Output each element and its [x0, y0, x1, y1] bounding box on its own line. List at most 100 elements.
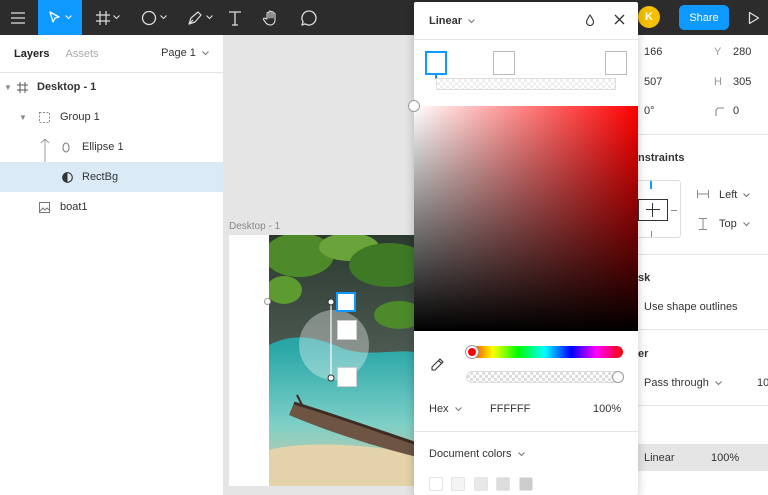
chevron-down-icon	[742, 222, 750, 227]
rotation-value[interactable]: 0°	[644, 105, 655, 117]
constraint-vertical-select[interactable]: Top	[719, 218, 750, 230]
expand-triangle-icon[interactable]: ▼	[4, 83, 12, 92]
hue-handle[interactable]	[466, 346, 478, 358]
color-swatch[interactable]	[519, 477, 533, 491]
gradient-stop-selected[interactable]	[425, 51, 447, 75]
chevron-down-icon	[454, 407, 462, 412]
gradient-stop[interactable]	[605, 51, 627, 75]
height-value[interactable]: 305	[733, 76, 751, 88]
pen-tool-button[interactable]	[180, 0, 220, 35]
divider	[638, 405, 768, 406]
frame-tool-icon	[96, 10, 110, 25]
gradient-stop-handle[interactable]	[337, 320, 357, 340]
document-colors-label: Document colors	[429, 448, 512, 460]
horizontal-constraint-icon	[697, 190, 709, 198]
layer-row-group-1[interactable]: ▼ Group 1	[0, 102, 223, 132]
layer-row-ellipse-1[interactable]: Ellipse 1	[0, 132, 223, 162]
corner-radius-icon	[715, 107, 724, 116]
chevron-down-icon	[65, 15, 72, 20]
style-drop-icon[interactable]	[585, 14, 595, 26]
divider	[414, 431, 638, 432]
tab-assets[interactable]: Assets	[65, 48, 98, 60]
layer-label: RectBg	[82, 171, 119, 183]
blend-mode-select[interactable]: Pass through	[644, 377, 722, 389]
gradient-stop-handle-selected[interactable]	[336, 292, 356, 312]
group-icon	[38, 111, 50, 123]
hand-tool-icon[interactable]	[257, 0, 285, 35]
constraint-horizontal-value: Left	[719, 189, 738, 201]
avatar[interactable]: K	[638, 6, 660, 28]
close-icon[interactable]	[614, 14, 625, 25]
constraint-vertical-value: Top	[719, 218, 737, 230]
layer-row-rectbg[interactable]: RectBg	[0, 162, 223, 192]
fill-opacity[interactable]: 100%	[711, 452, 739, 464]
chevron-down-icon	[468, 19, 475, 24]
frame-label[interactable]: Desktop - 1	[229, 221, 280, 232]
shape-tool-icon	[141, 10, 157, 25]
present-play-icon[interactable]	[740, 0, 768, 35]
color-format-select[interactable]: Hex	[429, 403, 462, 415]
move-tool-button[interactable]	[38, 0, 82, 35]
tab-layers[interactable]: Layers	[14, 48, 49, 60]
h-field-label: H	[714, 76, 722, 88]
constraint-horizontal-select[interactable]: Left	[719, 189, 751, 201]
opacity-input[interactable]: 100%	[593, 403, 621, 415]
text-tool-icon[interactable]	[222, 0, 248, 35]
share-button[interactable]: Share	[679, 5, 729, 30]
design-panel: 166 Y 280 507 H 305 0° 0 nstraints Left …	[638, 35, 768, 495]
expand-triangle-icon[interactable]: ▼	[19, 113, 27, 122]
color-format-label: Hex	[429, 403, 449, 415]
hex-input[interactable]: FFFFFF	[490, 403, 530, 415]
saturation-handle[interactable]	[408, 100, 420, 112]
fill-type-label: Linear	[429, 15, 463, 27]
constraints-widget[interactable]	[638, 180, 681, 238]
shape-tool-button[interactable]	[134, 0, 174, 35]
alpha-slider[interactable]	[466, 371, 623, 383]
fill-type-select[interactable]: Linear	[429, 15, 475, 27]
y-value[interactable]: 280	[733, 46, 751, 58]
y-field-label: Y	[714, 46, 722, 58]
layer-title: er	[638, 348, 649, 360]
mask-title: sk	[638, 272, 651, 284]
width-value[interactable]: 507	[644, 76, 662, 88]
gradient-track[interactable]	[436, 78, 616, 90]
color-swatch[interactable]	[496, 477, 510, 491]
layer-row-desktop-1[interactable]: ▼ Desktop - 1	[0, 72, 223, 102]
fill-row[interactable]: Linear 100%	[638, 444, 768, 471]
layer-opacity-value[interactable]: 10	[757, 377, 768, 389]
corner-radius-value[interactable]: 0	[733, 105, 739, 117]
divider	[414, 39, 638, 40]
resize-handle[interactable]	[264, 298, 271, 305]
fill-type: Linear	[644, 452, 675, 464]
alpha-handle[interactable]	[612, 371, 624, 383]
pen-tool-icon	[188, 10, 202, 25]
page-selector[interactable]: Page 1	[161, 47, 209, 59]
layer-row-boat1[interactable]: boat1	[0, 192, 223, 222]
saturation-value-area[interactable]	[414, 106, 638, 331]
eyedropper-icon[interactable]	[431, 357, 445, 371]
mask-icon	[61, 171, 73, 183]
layer-label: Desktop - 1	[37, 81, 97, 93]
chevron-down-icon	[160, 15, 167, 20]
document-colors-select[interactable]: Document colors	[429, 448, 525, 460]
gradient-stop-handle[interactable]	[337, 367, 357, 387]
x-value[interactable]: 166	[644, 46, 662, 58]
gradient-stop[interactable]	[493, 51, 515, 75]
image-icon	[38, 201, 50, 213]
color-swatch[interactable]	[474, 477, 488, 491]
comment-tool-icon[interactable]	[295, 0, 323, 35]
toolbar: K Share	[0, 0, 768, 35]
chevron-down-icon	[206, 15, 213, 20]
page-selector-label: Page 1	[161, 47, 196, 59]
divider	[638, 254, 768, 255]
menu-icon[interactable]	[0, 0, 36, 35]
mask-option[interactable]: Use shape outlines	[644, 301, 738, 313]
divider	[638, 134, 768, 135]
layer-label: Ellipse 1	[82, 141, 124, 153]
frame-tool-button[interactable]	[88, 0, 128, 35]
hue-slider[interactable]	[466, 346, 623, 358]
layer-label: Group 1	[60, 111, 100, 123]
color-swatch[interactable]	[429, 477, 443, 491]
color-swatch[interactable]	[451, 477, 465, 491]
vertical-constraint-icon	[699, 218, 707, 230]
